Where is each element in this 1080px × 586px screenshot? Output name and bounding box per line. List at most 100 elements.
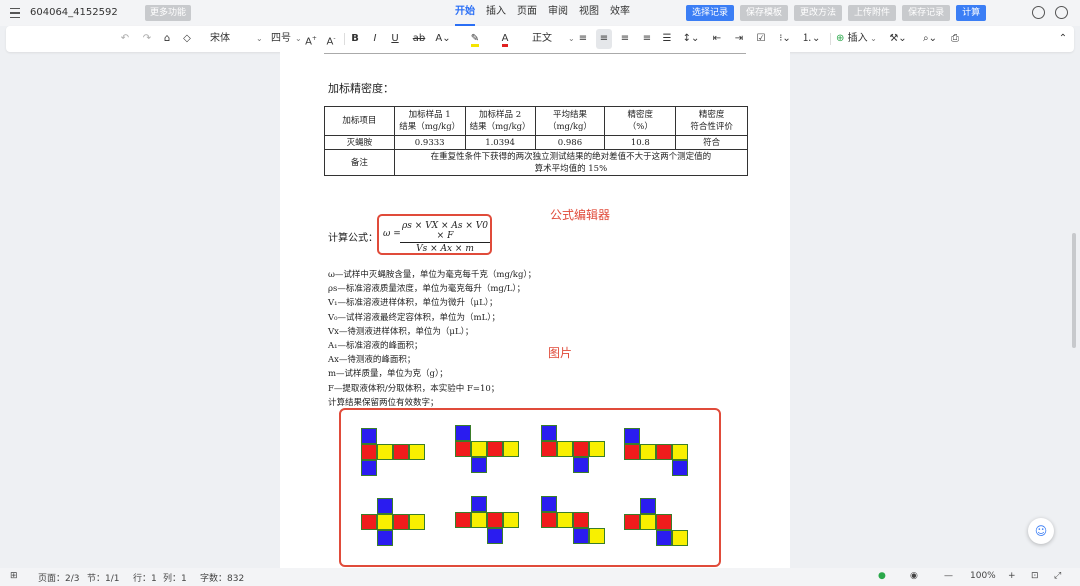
window-icons xyxy=(1032,6,1068,19)
note-line: 在重复性条件下获得的两次独立测试结果的绝对差值不大于这两个测定值的 xyxy=(430,151,712,162)
strikethrough-button[interactable]: ab xyxy=(410,26,428,52)
section-indicator: 节：1/1 xyxy=(87,574,120,584)
italic-button[interactable]: I xyxy=(368,26,382,52)
text-effect-icon[interactable]: A⌄ xyxy=(434,26,452,52)
status-bar: ⊞ 页面：2/3 节：1/1 行：1 列：1 字数：832 ● ◉ — 100%… xyxy=(0,568,1080,586)
font-name-select[interactable]: 宋体 ⌄ xyxy=(210,32,263,46)
distribute-icon[interactable]: ☰ xyxy=(660,26,674,52)
bold-button[interactable]: B xyxy=(348,26,362,52)
grow-font-icon[interactable]: A+ xyxy=(304,26,318,52)
select-record-button[interactable]: 选择记录 xyxy=(686,5,735,21)
tab-page[interactable]: 页面 xyxy=(517,0,537,26)
format-toolbar: ↶ ↷ ⌂ ◇ 宋体 ⌄ 四号 ⌄ A+ A- B I U ab A⌄ ✎ A 正文… xyxy=(6,26,1074,52)
table-note-cell: 在重复性条件下获得的两次独立测试结果的绝对差值不大于这两个测定值的 算术平均值的… xyxy=(393,149,749,176)
table-note-row: 备注 在重复性条件下获得的两次独立测试结果的绝对差值不大于这两个测定值的 算术平… xyxy=(324,149,749,176)
table-cell: 符合 xyxy=(675,135,748,150)
record-actions: 选择记录 保存模板 更改方法 上传附件 保存记录 计算 xyxy=(686,5,987,21)
paragraph-style-select[interactable]: 正文 ⌄ xyxy=(532,32,575,46)
insert-menu[interactable]: ⊕ 插入 ⌄ xyxy=(836,26,882,52)
more-features-button[interactable]: 更多功能 xyxy=(145,5,192,21)
table-header-cell: 平均结果 （mg/kg） xyxy=(534,106,606,136)
table-header-cell: 加标项目 xyxy=(324,106,395,136)
note-line: 算术平均值的 15% xyxy=(534,163,608,174)
save-template-button[interactable]: 保存模板 xyxy=(740,5,789,21)
format-painter-icon[interactable]: ⌂ xyxy=(160,26,174,52)
zoom-level[interactable]: 100% xyxy=(970,571,996,581)
numbered-list-icon[interactable]: ⒈⌄ xyxy=(802,26,820,52)
redo-icon[interactable]: ↷ xyxy=(140,26,154,52)
table-header-cell: 加标样品 2 结果（mg/kg） xyxy=(464,106,536,136)
formula-numerator: ρs × VX × As × V0 × F xyxy=(400,221,490,243)
table-header-cell: 精密度 （%） xyxy=(604,106,677,136)
underline-button[interactable]: U xyxy=(388,26,402,52)
table-cell: 备注 xyxy=(324,149,395,176)
ribbon-tabs: 开始 插入 页面 审阅 视图 效率 xyxy=(455,0,630,26)
document-name: 604064_4152592 xyxy=(30,7,118,18)
checkbox-icon[interactable]: ☑ xyxy=(754,26,768,52)
zoom-out-icon[interactable]: — xyxy=(944,571,953,581)
font-size-select[interactable]: 四号 ⌄ xyxy=(271,32,302,46)
formula-lhs: ω = xyxy=(383,229,401,239)
highlight-icon[interactable]: ✎ xyxy=(466,26,484,52)
insert-label: 插入 xyxy=(847,33,868,44)
decrease-indent-icon[interactable]: ⇤ xyxy=(710,26,724,52)
definition-line: ρs—标准溶液质量浓度，单位为毫克每升（mg/L）； xyxy=(328,284,526,295)
shrink-font-icon[interactable]: A- xyxy=(324,26,338,52)
fit-page-icon[interactable]: ⊡ xyxy=(1031,571,1039,581)
save-record-button[interactable]: 保存记录 xyxy=(902,5,951,21)
document-page[interactable]: 加标精密度： 加标项目 加标样品 1 结果（mg/kg） 加标样品 2 结果（m… xyxy=(280,52,790,568)
font-size-value: 四号 xyxy=(271,33,291,44)
justify-icon[interactable]: ≡ xyxy=(640,26,654,52)
tab-insert[interactable]: 插入 xyxy=(486,0,506,26)
tools-icon[interactable]: ⚒⌄ xyxy=(888,26,908,52)
formula-editor-annotation: 公式编辑器 xyxy=(550,208,611,222)
page-indicator[interactable]: 页面：2/3 xyxy=(38,571,80,584)
chevron-down-icon: ⌄ xyxy=(256,34,263,43)
vertical-scrollbar[interactable] xyxy=(1072,233,1076,348)
tab-view[interactable]: 视图 xyxy=(579,0,599,26)
table-header-cell: 加标样品 1 结果（mg/kg） xyxy=(393,106,466,136)
table-cell: 0.986 xyxy=(534,135,606,150)
upload-attachment-button[interactable]: 上传附件 xyxy=(848,5,897,21)
align-right-icon[interactable]: ≡ xyxy=(618,26,632,52)
font-name-value: 宋体 xyxy=(210,33,230,44)
tab-review[interactable]: 审阅 xyxy=(548,0,568,26)
table-row: 灭蝇胺 0.9333 1.0394 0.986 10.8 符合 xyxy=(324,135,748,150)
image-highlight-box[interactable] xyxy=(339,408,721,567)
print-icon[interactable]: ⎙ xyxy=(948,26,962,52)
definition-line: V₀—试样溶液最终定容体积，单位为（mL）； xyxy=(328,312,501,323)
calculate-button[interactable]: 计算 xyxy=(956,5,987,21)
tab-start[interactable]: 开始 xyxy=(455,0,475,26)
undo-icon[interactable]: ↶ xyxy=(118,26,132,52)
line-indicator: 行：1 xyxy=(133,574,157,584)
table-cell: 1.0394 xyxy=(464,135,536,150)
line-spacing-icon[interactable]: ↕⌄ xyxy=(682,26,700,52)
zoom-in-icon[interactable]: + xyxy=(1008,571,1016,581)
definition-line: A₁—标准溶液的峰面积； xyxy=(328,341,423,352)
toolbar-divider xyxy=(344,33,345,45)
align-center-icon[interactable]: ≡ xyxy=(596,29,612,49)
collapse-toolbar-icon[interactable]: ⌃ xyxy=(1056,26,1070,52)
tab-efficiency[interactable]: 效率 xyxy=(610,0,630,26)
bullet-list-icon[interactable]: ⁝⌄ xyxy=(776,26,794,52)
precision-table[interactable]: 加标项目 加标样品 1 结果（mg/kg） 加标样品 2 结果（mg/kg） 平… xyxy=(324,106,749,176)
font-color-icon[interactable]: A xyxy=(496,26,514,52)
increase-indent-icon[interactable]: ⇥ xyxy=(732,26,746,52)
change-method-button[interactable]: 更改方法 xyxy=(794,5,843,21)
fullscreen-icon[interactable]: ⤢ xyxy=(1054,571,1061,581)
definition-line: V₁—标准溶液进样体积，单位为微升（μL）； xyxy=(328,298,498,309)
word-count[interactable]: 字数：832 xyxy=(200,571,244,584)
cloud-sync-icon[interactable] xyxy=(1055,6,1068,19)
definition-line: Ax—待测液的峰面积； xyxy=(328,355,416,366)
search-icon[interactable]: ⌕⌄ xyxy=(918,26,942,52)
shield-icon[interactable]: ● xyxy=(878,571,886,581)
align-left-icon[interactable]: ≡ xyxy=(576,26,590,52)
eye-icon[interactable]: ◉ xyxy=(910,571,918,581)
menu-icon[interactable] xyxy=(10,6,22,20)
page-layout-icon[interactable]: ⊞ xyxy=(10,571,18,581)
ai-assistant-icon[interactable]: ☺ xyxy=(1028,518,1054,544)
skin-icon[interactable] xyxy=(1032,6,1045,19)
eraser-icon[interactable]: ◇ xyxy=(180,26,194,52)
definition-line: ω—试样中灭蝇胺含量，单位为毫克每千克（mg/kg）； xyxy=(328,270,537,280)
definition-line: Vx—待测液进样体积，单位为（μL）； xyxy=(328,326,474,337)
